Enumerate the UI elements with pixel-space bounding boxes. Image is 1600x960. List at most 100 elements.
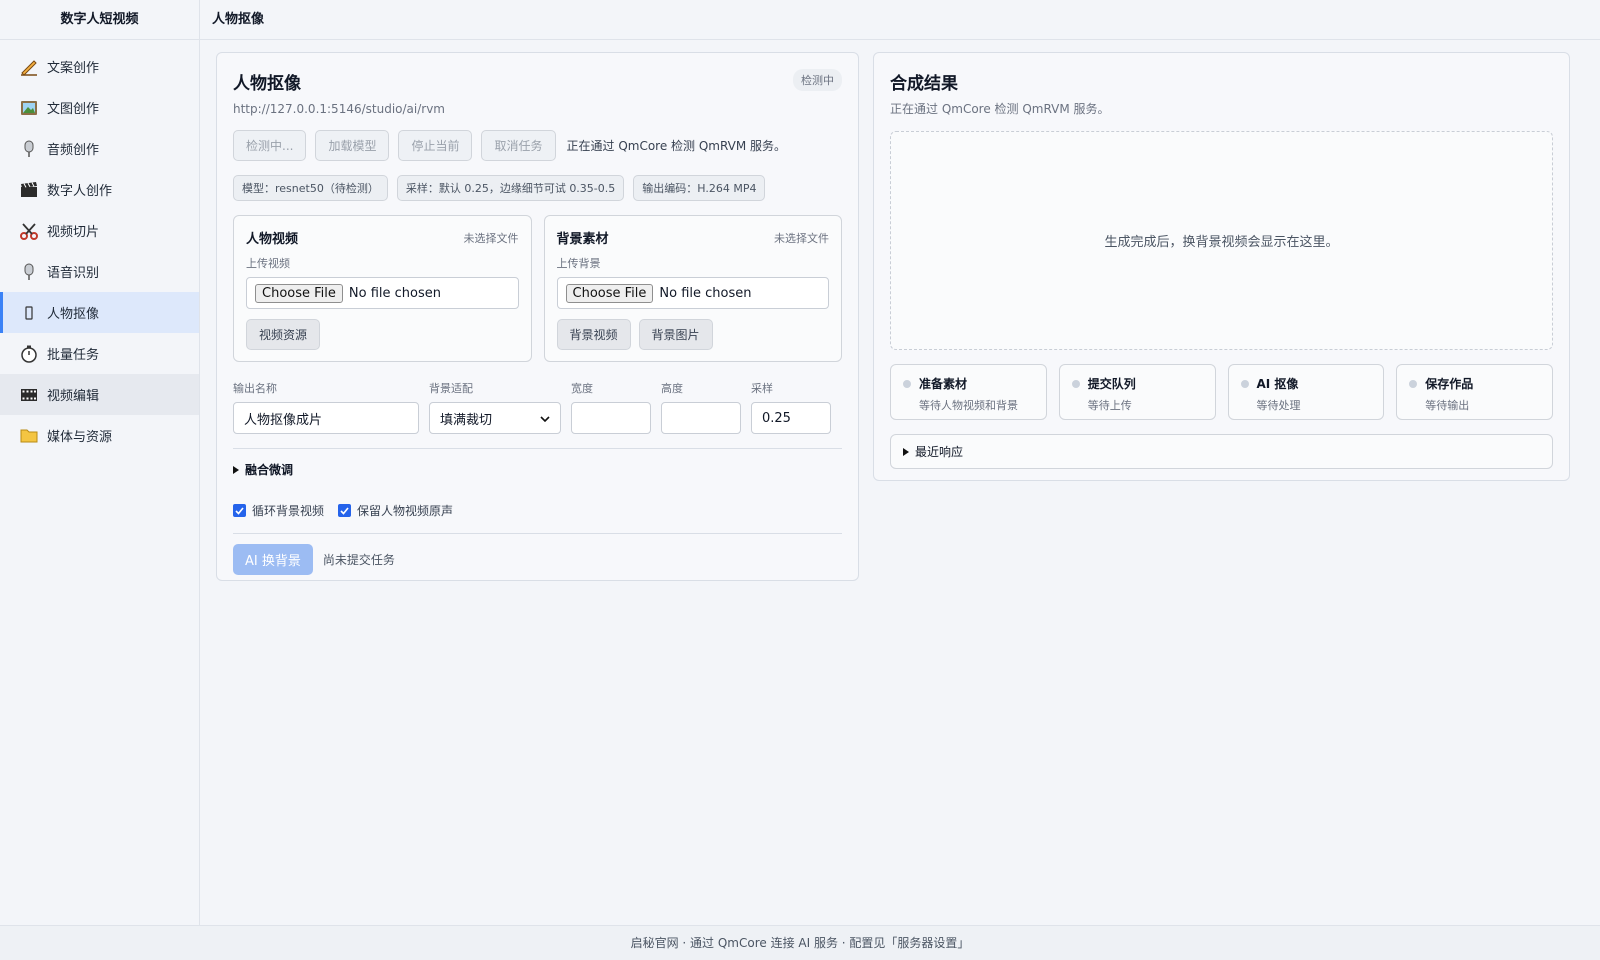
sidebar-item-video-edit[interactable]: 视频编辑 [0, 374, 199, 415]
step-save: 保存作品 等待输出 [1396, 364, 1553, 420]
fit-select-value: 填满裁切 [440, 412, 493, 428]
sidebar-item-label: 批量任务 [47, 348, 100, 363]
result-card-title: 合成结果 [890, 74, 958, 94]
footer: 启秘官网 · 通过 QmCore 连接 AI 服务 · 配置见「服务器设置」 [0, 925, 1600, 960]
cancel-task-button[interactable]: 取消任务 [481, 130, 556, 161]
service-url: http://127.0.0.1:5146/studio/ai/rvm [233, 102, 445, 116]
footer-text: 启秘官网 · 通过 QmCore 连接 AI 服务 · 配置见「服务器设置」 [630, 936, 970, 950]
background-label: 上传背景 [556, 257, 601, 270]
background-video-button[interactable]: 背景视频 [556, 319, 631, 350]
loop-background-checkbox[interactable]: 循环背景视频 [233, 502, 324, 519]
sidebar-item-matting[interactable]: 人物抠像 [0, 292, 199, 333]
triangle-right-icon [233, 465, 239, 474]
result-card: 合成结果 正在通过 QmCore 检测 QmRVM 服务。 生成完成后，换背景视… [873, 52, 1570, 481]
loop-background-label: 循环背景视频 [252, 504, 325, 518]
sidebar-item-label: 语音识别 [47, 266, 100, 281]
sidebar-item-label: 视频切片 [47, 225, 100, 240]
sidebar-item-copywriting[interactable]: 文案创作 [0, 46, 199, 87]
width-label: 宽度 [571, 382, 593, 395]
background-panel: 背景素材 未选择文件 上传背景 Choose File No file chos… [543, 215, 842, 362]
status-badge: 检测中 [793, 69, 842, 91]
submit-status-text: 尚未提交任务 [322, 553, 395, 567]
check-service-button[interactable]: 检测中... [233, 130, 307, 161]
sampling-label: 采样 [751, 382, 773, 395]
fusion-tuning-toggle[interactable]: 融合微调 [233, 461, 842, 478]
file-chosen-text: No file chosen [659, 285, 752, 301]
video-resource-button[interactable]: 视频资源 [246, 319, 321, 350]
width-field: 宽度 [571, 380, 651, 434]
step-prepare: 准备素材 等待人物视频和背景 [890, 364, 1047, 420]
sidebar-item-media[interactable]: 媒体与资源 [0, 415, 199, 456]
output-name-field: 输出名称 人物抠像成片 [233, 380, 419, 434]
background-image-button[interactable]: 背景图片 [638, 319, 713, 350]
result-subtitle: 正在通过 QmCore 检测 QmRVM 服务。 [890, 102, 1110, 116]
keep-audio-checkbox[interactable]: 保留人物视频原声 [338, 502, 453, 519]
sidebar-item-batch[interactable]: 批量任务 [0, 333, 199, 374]
person-video-actions: 视频资源 [246, 319, 519, 350]
load-model-button[interactable]: 加载模型 [315, 130, 390, 161]
folder-icon [19, 426, 39, 446]
background-file-input[interactable]: Choose File No file chosen [556, 277, 829, 309]
step-title: AI 抠像 [1256, 377, 1299, 391]
sidebar-item-label: 文图创作 [47, 102, 100, 117]
result-placeholder-text: 生成完成后，换背景视频会显示在这里。 [1104, 235, 1339, 250]
recent-response-toggle[interactable]: 最近响应 [890, 434, 1553, 469]
matting-card-title: 人物抠像 [233, 74, 301, 94]
scissors-icon [19, 221, 39, 241]
chevron-down-icon [540, 411, 550, 426]
upload-panels: 人物视频 未选择文件 上传视频 Choose File No file chos… [233, 215, 842, 362]
step-desc: 等待处理 [1256, 399, 1301, 412]
ai-replace-background-button[interactable]: AI 换背景 [233, 544, 313, 575]
person-video-file-input[interactable]: Choose File No file chosen [246, 277, 519, 309]
sidebar-item-digital-human[interactable]: 数字人创作 [0, 169, 199, 210]
file-chosen-text: No file chosen [348, 285, 441, 301]
width-input[interactable] [571, 402, 651, 434]
output-form: 输出名称 人物抠像成片 背景适配 填满裁切 宽度 高度 采样 0.25 [233, 380, 842, 434]
choose-file-button[interactable]: Choose File [255, 283, 343, 303]
height-input[interactable] [661, 402, 741, 434]
keep-audio-label: 保留人物视频原声 [357, 504, 454, 518]
submit-row: AI 换背景 尚未提交任务 [233, 544, 842, 575]
fit-label: 背景适配 [429, 382, 473, 395]
background-status: 未选择文件 [774, 232, 829, 245]
output-name-input[interactable]: 人物抠像成片 [233, 402, 419, 434]
sidebar-item-label: 人物抠像 [47, 307, 100, 322]
service-status-text: 正在通过 QmCore 检测 QmRVM 服务。 [566, 139, 787, 153]
step-queue: 提交队列 等待上传 [1058, 364, 1216, 420]
microphone-icon [19, 262, 39, 282]
triangle-right-icon [903, 447, 909, 456]
encoding-tag: 输出编码：H.264 MP4 [633, 175, 766, 201]
page-title: 人物抠像 [200, 0, 1600, 40]
step-title: 提交队列 [1087, 377, 1136, 391]
sampling-input[interactable]: 0.25 [751, 402, 831, 434]
stop-current-button[interactable]: 停止当前 [398, 130, 473, 161]
sidebar: 数字人短视频 文案创作 文图创作 音频创作 数字人创作 视频切片 语音识别 人物… [0, 0, 200, 925]
choose-file-button[interactable]: Choose File [565, 283, 654, 303]
height-field: 高度 [661, 380, 741, 434]
fusion-tuning-label: 融合微调 [245, 463, 294, 477]
person-video-label: 上传视频 [246, 257, 290, 270]
sidebar-nav: 文案创作 文图创作 音频创作 数字人创作 视频切片 语音识别 人物抠像 批量任务… [0, 40, 199, 456]
matting-card: 人物抠像 http://127.0.0.1:5146/studio/ai/rvm… [216, 52, 859, 581]
sidebar-item-audio[interactable]: 音频创作 [0, 128, 199, 169]
sidebar-item-label: 数字人创作 [47, 184, 113, 199]
step-desc: 等待人物视频和背景 [919, 399, 1018, 412]
step-desc: 等待输出 [1425, 399, 1470, 412]
sidebar-item-label: 文案创作 [47, 61, 100, 76]
step-dot [1240, 380, 1249, 388]
step-dot [903, 380, 911, 388]
app-window: 数字人短视频 文案创作 文图创作 音频创作 数字人创作 视频切片 语音识别 人物… [0, 0, 1600, 925]
clapperboard-icon [19, 180, 39, 200]
options-row: 循环背景视频 保留人物视频原声 [233, 502, 842, 519]
recent-response-label: 最近响应 [915, 445, 964, 459]
fit-select[interactable]: 填满裁切 [429, 402, 561, 434]
progress-steps: 准备素材 等待人物视频和背景 提交队列 等待上传 AI 抠像 等待处理 保存作品… [890, 364, 1553, 420]
sidebar-item-speech-recognition[interactable]: 语音识别 [0, 251, 199, 292]
sampling-field: 采样 0.25 [751, 380, 831, 434]
sidebar-item-video-slice[interactable]: 视频切片 [0, 210, 199, 251]
divider [233, 448, 842, 449]
picture-icon [19, 98, 39, 118]
sidebar-item-image-text[interactable]: 文图创作 [0, 87, 199, 128]
checkbox-checked-icon [233, 504, 246, 517]
model-tag: 模型：resnet50（待检测） [233, 175, 388, 201]
